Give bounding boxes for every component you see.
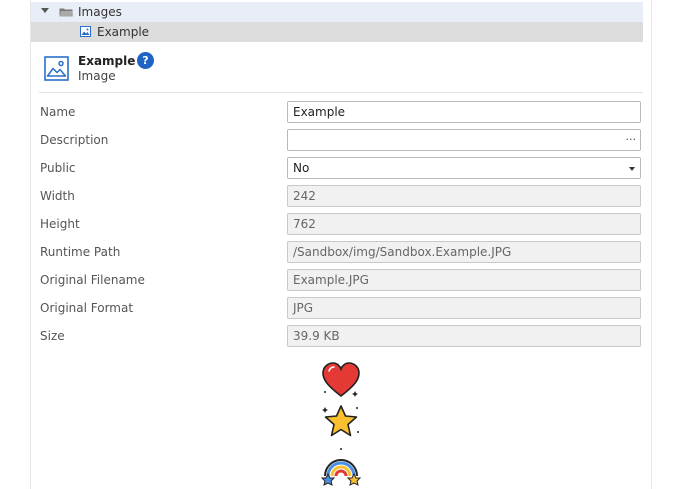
- width-field: 242: [287, 185, 641, 207]
- runtime-path-field: /Sandbox/img/Sandbox.Example.JPG: [287, 241, 641, 263]
- heart-icon: [322, 362, 360, 398]
- public-selected-value: No: [293, 161, 310, 175]
- size-label: Size: [40, 329, 65, 343]
- width-label: Width: [40, 189, 75, 203]
- rainbow-icon: [320, 448, 362, 486]
- original-filename-field: Example.JPG: [287, 269, 641, 291]
- resource-header: Example ? Image: [31, 46, 651, 92]
- tree-item-label: Images: [78, 5, 122, 19]
- original-filename-label: Original Filename: [40, 273, 145, 287]
- page-title: Example: [78, 54, 136, 68]
- tree-item-images-folder[interactable]: Images: [31, 2, 643, 22]
- name-field[interactable]: Example: [287, 101, 641, 123]
- description-label: Description: [40, 133, 109, 147]
- original-format-label: Original Format: [40, 301, 134, 315]
- original-format-field: JPG: [287, 297, 641, 319]
- public-select[interactable]: No: [287, 157, 641, 179]
- star-icon: [322, 405, 359, 437]
- image-preview: [320, 362, 362, 489]
- chevron-down-icon: [629, 167, 635, 171]
- tree-item-label: Example: [97, 25, 150, 39]
- runtime-path-label: Runtime Path: [40, 245, 121, 259]
- expand-toggle-icon[interactable]: [41, 8, 49, 13]
- divider: [39, 92, 643, 93]
- ellipsis-button[interactable]: ...: [626, 130, 637, 147]
- preview-graphic: [320, 362, 362, 486]
- tree-item-example[interactable]: Example: [31, 22, 643, 42]
- help-icon[interactable]: ?: [137, 52, 154, 69]
- folder-icon: [59, 8, 73, 17]
- image-icon: [80, 26, 91, 37]
- resource-type-label: Image: [78, 69, 116, 83]
- image-icon: [44, 56, 69, 81]
- height-label: Height: [40, 217, 80, 231]
- properties-panel: Images Example Example ? Image Name Exam…: [30, 0, 652, 489]
- public-label: Public: [40, 161, 76, 175]
- description-field[interactable]: ...: [287, 129, 641, 151]
- height-field: 762: [287, 213, 641, 235]
- name-label: Name: [40, 105, 76, 119]
- size-field: 39.9 KB: [287, 325, 641, 347]
